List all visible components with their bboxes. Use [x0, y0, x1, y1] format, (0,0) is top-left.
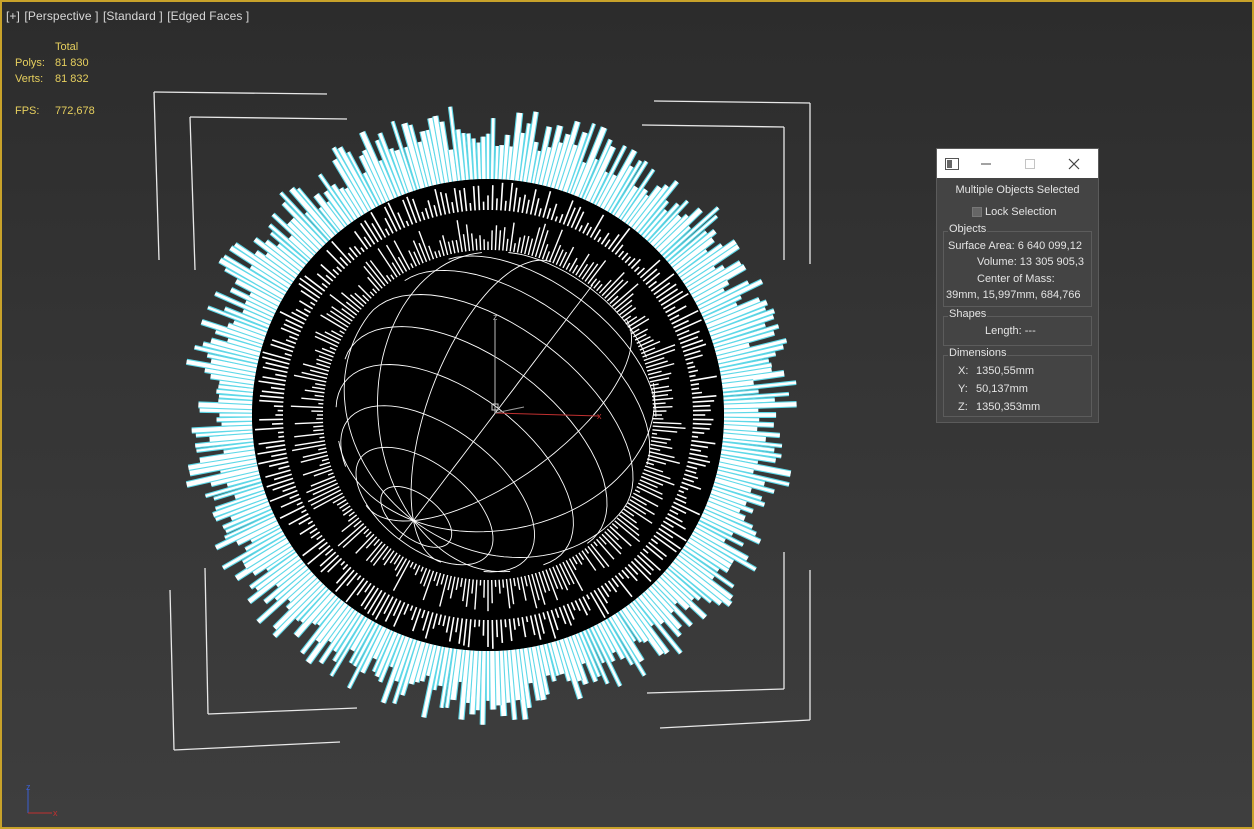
- center-of-mass-label: Center of Mass:: [977, 273, 1055, 285]
- dim-z-label: Z:: [958, 401, 968, 413]
- outer-bar: [199, 408, 253, 413]
- bracket-line: [207, 707, 358, 715]
- objects-group: Objects Surface Area: 6 640 099,12 Volum…: [943, 223, 1092, 307]
- inner-bar: [319, 436, 325, 439]
- perspective-viewport[interactable]: z x z x [+] [Perspective ] [Standard ] […: [0, 0, 1254, 829]
- length-readout: Length: ---: [985, 325, 1036, 337]
- outer-bar: [723, 408, 759, 413]
- lock-selection-label[interactable]: Lock Selection: [985, 206, 1057, 218]
- fps-label: FPS:: [15, 105, 40, 117]
- minimize-icon[interactable]: [966, 149, 1006, 178]
- outer-bar: [490, 118, 495, 180]
- verts-value: 81 832: [55, 73, 89, 85]
- outer-bar: [481, 136, 486, 180]
- measure-dialog[interactable]: Multiple Objects Selected Lock Selection…: [936, 148, 1099, 423]
- viewport-pov-menu[interactable]: [Perspective ]: [24, 9, 98, 23]
- inner-bar: [502, 579, 505, 588]
- dialog-heading: Multiple Objects Selected: [955, 184, 1080, 196]
- bracket-line: [189, 116, 348, 120]
- outer-bar: [216, 417, 253, 422]
- dim-y-value: 50,137mm: [976, 383, 1028, 395]
- bracket-line: [646, 688, 785, 694]
- inner-bar: [313, 429, 324, 432]
- center-of-mass-value: 39mm, 15,997mm, 684,766: [946, 289, 1081, 301]
- dim-x-label: X:: [958, 365, 969, 377]
- inner-bar: [691, 435, 699, 438]
- bracket-line: [204, 567, 209, 715]
- viewport-label-menu[interactable]: [+] [Perspective ] [Standard ] [Edged Fa…: [6, 9, 250, 23]
- inner-bar: [691, 391, 703, 395]
- inner-bar: [651, 432, 658, 435]
- tripod-x-label: x: [53, 808, 58, 818]
- inner-bar: [491, 619, 494, 649]
- inner-bar: [691, 387, 700, 391]
- inner-bar: [525, 616, 529, 623]
- inner-bar: [475, 238, 478, 251]
- polys-label: Polys:: [15, 57, 45, 69]
- inner-bar: [504, 619, 507, 628]
- outer-bar: [218, 399, 253, 405]
- bracket-line: [653, 100, 811, 104]
- lock-selection-row[interactable]: Lock Selection: [972, 206, 1057, 218]
- lock-selection-checkbox[interactable]: [972, 207, 982, 217]
- outer-bar: [480, 650, 486, 725]
- surface-area-readout: Surface Area: 6 640 099,12: [948, 240, 1082, 252]
- bracket-line: [173, 741, 341, 751]
- inner-bar: [313, 425, 324, 428]
- outer-bar: [723, 417, 760, 422]
- inner-bar: [692, 404, 711, 408]
- bracket-line: [153, 91, 328, 95]
- outer-bar: [477, 142, 482, 180]
- app-window-icon: [941, 149, 963, 178]
- bracket-line: [659, 719, 811, 729]
- fps-value: 772,678: [55, 105, 95, 117]
- inner-bar: [469, 202, 472, 211]
- stats-header: Total: [55, 41, 79, 53]
- inner-bar: [479, 235, 482, 251]
- inner-bar: [278, 435, 285, 438]
- inner-bar: [692, 431, 705, 434]
- bracket-line: [641, 124, 785, 128]
- inner-bar: [491, 579, 493, 604]
- shapes-group: Shapes Length: ---: [943, 308, 1092, 346]
- inner-bar: [498, 579, 501, 594]
- viewport-shading-menu[interactable]: [Edged Faces ]: [167, 9, 249, 23]
- close-icon[interactable]: [1054, 149, 1094, 178]
- outer-bar: [493, 650, 501, 706]
- view-axis-tripod: z x: [26, 782, 58, 818]
- polys-value: 81 830: [55, 57, 89, 69]
- shapes-group-title: Shapes: [948, 308, 988, 320]
- inner-bar: [491, 185, 494, 211]
- gizmo-z-label: z: [493, 312, 498, 322]
- objects-group-title: Objects: [948, 223, 988, 235]
- dim-z-value: 1350,353mm: [976, 401, 1041, 413]
- dimensions-group: Dimensions X: 1350,55mm Y: 50,137mm Z: 1…: [943, 347, 1092, 417]
- dim-y-label: Y:: [958, 383, 968, 395]
- dialog-titlebar[interactable]: [937, 149, 1098, 178]
- inner-bar: [692, 427, 710, 430]
- dimensions-group-title: Dimensions: [948, 347, 1008, 359]
- inner-bar: [477, 185, 481, 211]
- outer-bar: [498, 145, 505, 180]
- inner-bar: [495, 619, 499, 638]
- outer-bar: [489, 650, 496, 710]
- volume-readout: Volume: 13 305 905,3: [977, 256, 1085, 268]
- outer-bar: [494, 145, 499, 180]
- outer-bar: [221, 421, 253, 426]
- dim-x-value: 1350,55mm: [976, 365, 1035, 377]
- outer-bar: [723, 425, 758, 432]
- outer-bar: [723, 402, 797, 409]
- maximize-icon[interactable]: [1010, 149, 1050, 178]
- inner-bar: [504, 200, 507, 211]
- inner-bar: [692, 422, 712, 426]
- gizmo-x-label: x: [597, 411, 602, 421]
- outer-bar: [198, 402, 253, 410]
- viewport-plus-menu[interactable]: [+]: [6, 9, 20, 23]
- verts-label: Verts:: [15, 73, 44, 85]
- bracket-line: [169, 589, 175, 751]
- tripod-z-label: z: [26, 782, 31, 792]
- bracket-line: [153, 91, 160, 261]
- bracket-line: [189, 116, 196, 271]
- viewport-standard-menu[interactable]: [Standard ]: [103, 9, 163, 23]
